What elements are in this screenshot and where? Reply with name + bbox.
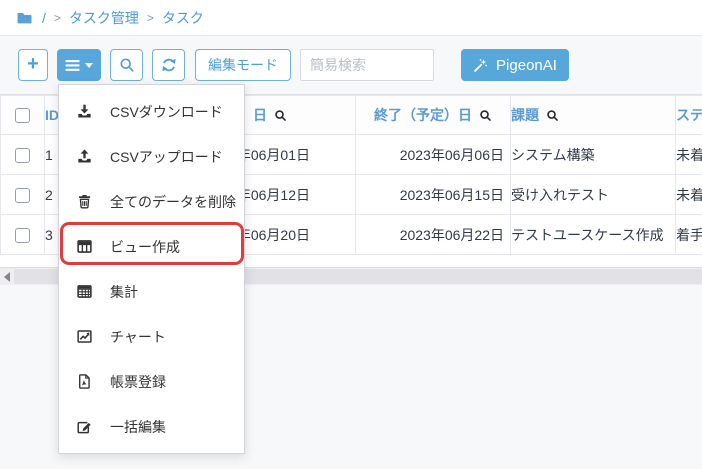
app-window: / > タスク管理 > タスク + — [0, 0, 702, 469]
header-end-date-label: 終了（予定）日 — [374, 105, 472, 125]
menu-item-bulk-edit[interactable]: 一括編集 — [59, 404, 244, 449]
pigeon-ai-button[interactable]: PigeonAI — [461, 49, 569, 81]
search-icon — [119, 57, 135, 73]
pigeon-ai-label: PigeonAI — [496, 57, 557, 74]
magic-wand-icon — [473, 58, 488, 73]
cell-end-date[interactable]: 2023年06月15日 — [356, 175, 511, 215]
cell-status[interactable]: 未着手 — [676, 135, 702, 175]
cell-task[interactable]: テストユースケース作成 — [511, 215, 676, 255]
breadcrumb-item-task-management[interactable]: タスク管理 — [69, 8, 139, 28]
select-all-checkbox[interactable] — [15, 108, 30, 123]
csv-download-icon — [75, 103, 93, 120]
refresh-button[interactable] — [152, 49, 185, 81]
column-search-icon[interactable] — [479, 109, 492, 122]
row-select-cell[interactable] — [1, 135, 45, 175]
search-button[interactable] — [110, 49, 143, 81]
breadcrumb-item-task[interactable]: タスク — [162, 8, 204, 28]
breadcrumb-root-link[interactable]: / — [42, 10, 46, 26]
menu-item-label: 一括編集 — [110, 417, 166, 437]
cell-task[interactable]: 受け入れテスト — [511, 175, 676, 215]
menu-item-label: 帳票登録 — [110, 372, 166, 392]
menu-item-csv-upload[interactable]: CSVアップロード — [59, 134, 244, 179]
trash-icon — [75, 193, 93, 210]
bulk-edit-icon — [75, 418, 93, 435]
scroll-left-arrow-icon[interactable] — [4, 272, 10, 282]
row-select-cell[interactable] — [1, 215, 45, 255]
header-status-label: ステータス — [676, 105, 702, 125]
column-search-icon[interactable] — [546, 109, 559, 122]
header-select-all[interactable] — [1, 96, 45, 135]
list-menu-button[interactable] — [57, 49, 101, 81]
menu-item-label: 集計 — [110, 282, 138, 302]
menu-item-label: CSVダウンロード — [110, 102, 223, 122]
breadcrumb-separator: > — [147, 11, 154, 25]
header-end-date[interactable]: 終了（予定）日 — [356, 96, 511, 135]
breadcrumb-separator: > — [54, 11, 61, 25]
column-search-icon[interactable] — [274, 109, 287, 122]
menu-item-csv-download[interactable]: CSVダウンロード — [59, 89, 244, 134]
menu-item-report[interactable]: 帳票登録 — [59, 359, 244, 404]
row-checkbox[interactable] — [15, 228, 30, 243]
csv-upload-icon — [75, 148, 93, 165]
cell-end-date[interactable]: 2023年06月22日 — [356, 215, 511, 255]
breadcrumb: / > タスク管理 > タスク — [0, 0, 702, 36]
menu-item-label: 全てのデータを削除 — [110, 192, 236, 212]
folder-icon — [16, 10, 33, 26]
create-view-icon — [75, 238, 93, 255]
header-task[interactable]: 課題 — [511, 96, 676, 135]
menu-item-aggregate[interactable]: 集計 — [59, 269, 244, 314]
report-icon — [75, 373, 93, 390]
header-status[interactable]: ステータス — [676, 96, 702, 135]
cell-status[interactable]: 未着手 — [676, 175, 702, 215]
menu-item-label: ビュー作成 — [110, 237, 180, 257]
quick-search-input[interactable] — [300, 49, 434, 81]
cell-task[interactable]: システム構築 — [511, 135, 676, 175]
header-id-label: ID — [45, 107, 59, 123]
chart-icon — [75, 328, 93, 345]
menu-item-create-view[interactable]: ビュー作成 — [59, 224, 244, 269]
row-select-cell[interactable] — [1, 175, 45, 215]
row-checkbox[interactable] — [15, 148, 30, 163]
aggregate-icon — [75, 283, 93, 300]
new-record-button[interactable]: + — [18, 49, 48, 81]
cell-status[interactable]: 着手 — [676, 215, 702, 255]
list-menu-dropdown: CSVダウンロード CSVアップロード 全てのデータを削除 ビュー作成 集計 — [58, 84, 245, 454]
refresh-icon — [161, 57, 177, 73]
menu-item-label: CSVアップロード — [110, 147, 223, 167]
menu-item-label: チャート — [110, 327, 166, 347]
header-task-label: 課題 — [511, 105, 539, 125]
menu-item-chart[interactable]: チャート — [59, 314, 244, 359]
hamburger-icon — [65, 59, 80, 72]
chevron-down-icon — [85, 63, 93, 68]
menu-item-delete-all[interactable]: 全てのデータを削除 — [59, 179, 244, 224]
row-checkbox[interactable] — [15, 188, 30, 203]
cell-end-date[interactable]: 2023年06月06日 — [356, 135, 511, 175]
edit-mode-button[interactable]: 編集モード — [195, 49, 291, 81]
